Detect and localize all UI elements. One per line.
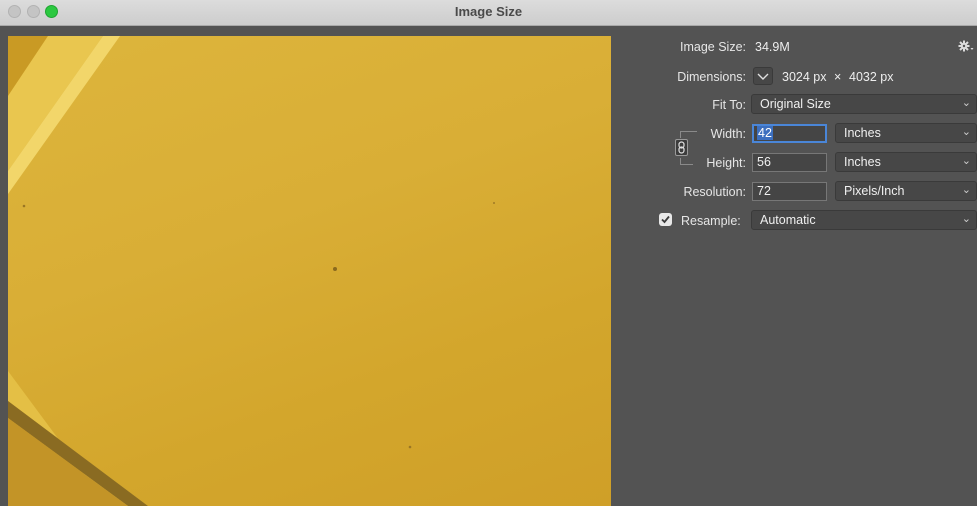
checkmark-icon bbox=[661, 215, 670, 224]
fit-to-select[interactable]: Original Size ⌄ bbox=[751, 94, 977, 114]
dimensions-times-sign: × bbox=[834, 70, 842, 84]
width-unit-value: Inches bbox=[844, 126, 881, 140]
resample-label: Resample: bbox=[681, 214, 741, 228]
dimensions-width-value: 3024 px bbox=[782, 70, 827, 84]
chevron-down-icon: ⌄ bbox=[961, 213, 971, 225]
resolution-unit-select[interactable]: Pixels/Inch ⌄ bbox=[835, 181, 977, 201]
title-bar: Image Size bbox=[0, 0, 977, 26]
resolution-unit-value: Pixels/Inch bbox=[844, 184, 905, 198]
height-value: 56 bbox=[757, 155, 771, 169]
resample-checkbox[interactable] bbox=[659, 213, 672, 226]
width-label: Width: bbox=[710, 127, 746, 141]
chevron-down-icon: ⌄ bbox=[961, 126, 971, 138]
resolution-label: Resolution: bbox=[683, 185, 746, 199]
chevron-down-icon: ⌄ bbox=[961, 155, 971, 167]
image-size-value: 34.9M bbox=[755, 40, 790, 54]
image-preview[interactable] bbox=[8, 36, 611, 506]
height-label: Height: bbox=[706, 156, 746, 170]
fit-to-label: Fit To: bbox=[712, 98, 746, 112]
resolution-value: 72 bbox=[757, 184, 771, 198]
resample-value: Automatic bbox=[760, 213, 816, 227]
height-input[interactable]: 56 bbox=[752, 153, 827, 172]
chevron-down-icon: ⌄ bbox=[961, 97, 971, 109]
dimensions-unit-button[interactable] bbox=[753, 67, 773, 85]
resolution-input[interactable]: 72 bbox=[752, 182, 827, 201]
chevron-down-icon bbox=[757, 73, 769, 80]
dimensions-height-value: 4032 px bbox=[849, 70, 894, 84]
height-unit-select[interactable]: Inches ⌄ bbox=[835, 152, 977, 172]
image-size-label: Image Size: bbox=[679, 40, 746, 54]
chevron-down-icon: ⌄ bbox=[961, 184, 971, 196]
width-value: 42 bbox=[757, 126, 773, 140]
resample-select[interactable]: Automatic ⌄ bbox=[751, 210, 977, 230]
fit-to-value: Original Size bbox=[760, 97, 831, 111]
width-input[interactable]: 42 bbox=[752, 124, 827, 143]
window-title: Image Size bbox=[454, 4, 523, 19]
preview-image bbox=[8, 36, 495, 506]
height-unit-value: Inches bbox=[844, 155, 881, 169]
gear-icon[interactable] bbox=[958, 40, 974, 52]
link-chain-icon[interactable] bbox=[675, 139, 688, 156]
width-unit-select[interactable]: Inches ⌄ bbox=[835, 123, 977, 143]
dimensions-label: Dimensions: bbox=[677, 70, 746, 84]
